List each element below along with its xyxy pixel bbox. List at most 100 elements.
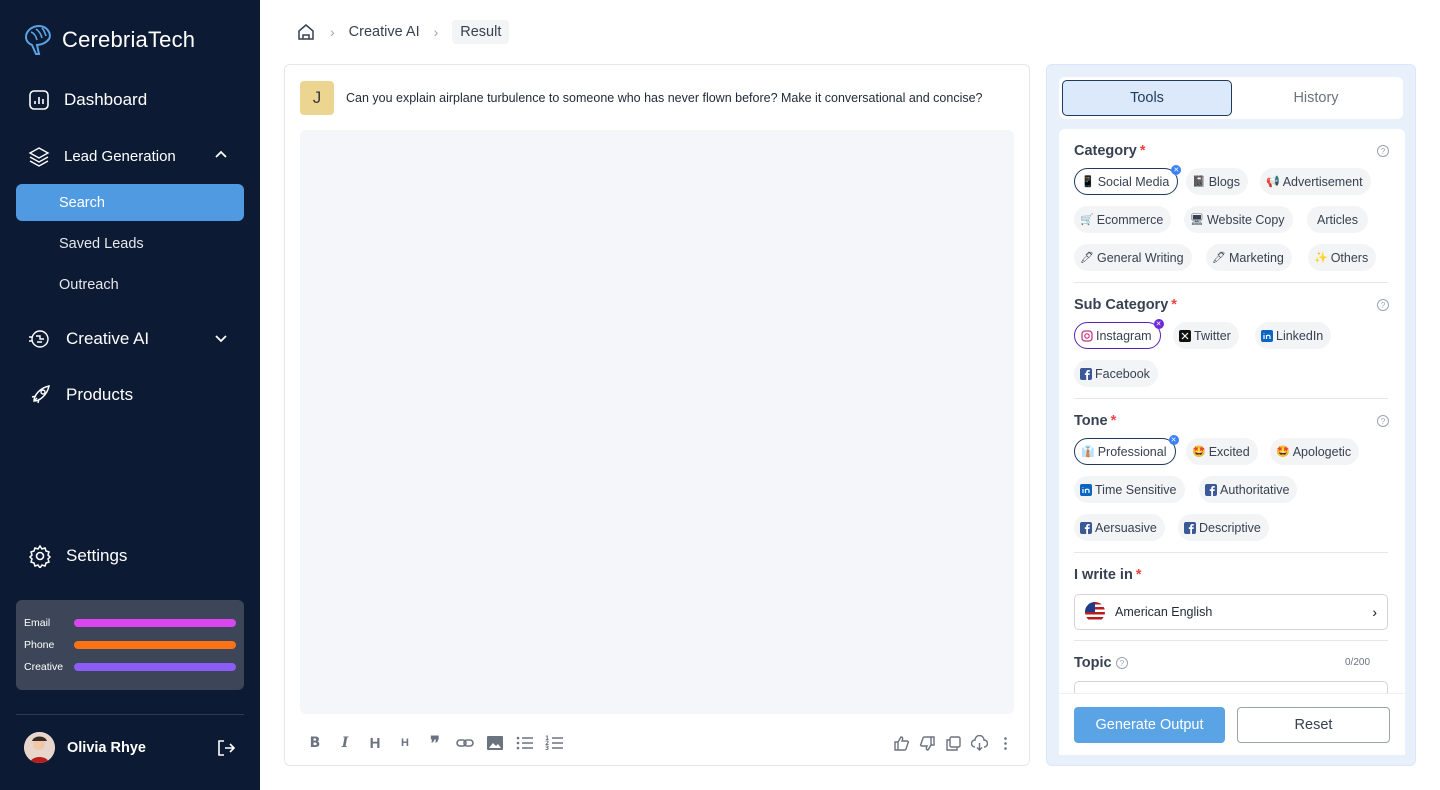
chevron-right-icon: › — [433, 24, 439, 40]
language-title: I write in * — [1074, 567, 1141, 583]
chip-icon: 🖊 — [1212, 252, 1226, 264]
nav-lead-generation[interactable]: Lead Generation — [28, 142, 238, 170]
home-icon[interactable] — [296, 22, 316, 42]
link-icon[interactable] — [455, 733, 475, 753]
nav-dashboard-label: Dashboard — [64, 90, 148, 109]
nav-dashboard[interactable]: Dashboard — [28, 86, 147, 114]
chip-icon: 🛒 — [1080, 214, 1094, 226]
heading-1-icon[interactable]: H — [365, 733, 385, 753]
heading-2-icon[interactable]: H — [395, 733, 415, 753]
chip-twitter[interactable]: Twitter — [1173, 322, 1239, 349]
italic-icon[interactable]: I — [335, 733, 355, 753]
logout-icon[interactable] — [216, 738, 236, 758]
chip-others[interactable]: ✨ Others — [1308, 244, 1377, 271]
image-icon[interactable] — [485, 733, 505, 753]
breadcrumb-creative-ai[interactable]: Creative AI — [349, 24, 420, 40]
section-divider — [1074, 398, 1388, 399]
remove-icon[interactable]: ✕ — [1168, 435, 1179, 445]
numbered-list-icon[interactable]: 123 — [545, 733, 565, 753]
reset-button[interactable]: Reset — [1237, 707, 1390, 743]
chip-website-copy[interactable]: 🖥 Website Copy — [1184, 206, 1293, 233]
chevron-right-icon: › — [1372, 604, 1377, 620]
chip-apologetic[interactable]: 🤩 Apologetic — [1270, 438, 1360, 465]
chip-aersuasive[interactable]: Aersuasive — [1074, 514, 1165, 541]
nav-creative-ai[interactable]: Creative AI — [28, 325, 238, 353]
x-icon — [1179, 329, 1191, 342]
generate-output-button[interactable]: Generate Output — [1074, 707, 1225, 743]
remove-icon[interactable]: ✕ — [1171, 165, 1182, 175]
quote-icon[interactable]: ❞ — [425, 733, 445, 753]
chip-professional[interactable]: 👔 Professional ✕ — [1074, 435, 1179, 465]
help-icon[interactable]: ? — [1377, 415, 1389, 427]
editor-toolbar: B I H H ❞ 123 — [305, 733, 565, 753]
sidebar-item-outreach[interactable]: Outreach — [16, 266, 244, 303]
response-actions — [893, 735, 1014, 752]
chat-panel: J Can you explain airplane turbulence to… — [284, 64, 1030, 766]
language-select[interactable]: American English › — [1074, 594, 1388, 630]
chip-linkedin[interactable]: LinkedIn — [1255, 322, 1332, 349]
chip-social-media[interactable]: 📱 Social Media ✕ — [1074, 165, 1182, 195]
rocket-icon — [31, 385, 50, 404]
ai-head-icon — [29, 330, 49, 348]
chip-excited[interactable]: 🤩 Excited — [1186, 438, 1258, 465]
sidebar-item-saved-leads[interactable]: Saved Leads — [16, 225, 244, 262]
chip-articles[interactable]: Articles — [1307, 206, 1368, 233]
copy-icon[interactable] — [945, 735, 962, 752]
chip-facebook[interactable]: Facebook — [1074, 360, 1158, 387]
chip-ecommerce[interactable]: 🛒 Ecommerce — [1074, 206, 1172, 233]
more-vertical-icon[interactable] — [997, 735, 1014, 752]
chip-general-writing[interactable]: 🖊 General Writing — [1074, 244, 1192, 271]
chip-label: LinkedIn — [1276, 328, 1324, 343]
chip-authoritative[interactable]: Authoritative — [1199, 476, 1298, 503]
chip-label: Descriptive — [1199, 520, 1261, 535]
breadcrumb: › Creative AI › Result — [296, 20, 510, 44]
category-title-text: Category — [1074, 143, 1137, 159]
tab-history[interactable]: History — [1232, 80, 1400, 116]
language-title-text: I write in — [1074, 567, 1133, 583]
thumbs-down-icon[interactable] — [919, 735, 936, 752]
breadcrumb-result[interactable]: Result — [452, 20, 510, 44]
tone-title: Tone * — [1074, 413, 1116, 429]
app-logo[interactable]: CerebriaTech — [24, 24, 195, 56]
bullet-list-icon[interactable] — [515, 733, 535, 753]
chart-icon — [29, 90, 49, 110]
nav-settings-label: Settings — [66, 546, 128, 565]
nav-settings[interactable]: Settings — [28, 542, 127, 570]
chip-advertisement[interactable]: 📢 Advertisement — [1260, 168, 1371, 195]
user-profile[interactable]: Olivia Rhye — [24, 732, 146, 763]
remove-icon[interactable]: ✕ — [1153, 319, 1164, 329]
facebook-icon — [1080, 521, 1092, 534]
required-marker: * — [1139, 143, 1146, 159]
chip-instagram[interactable]: Instagram ✕ — [1074, 319, 1164, 349]
required-marker: * — [1135, 567, 1142, 583]
thumbs-up-icon[interactable] — [893, 735, 910, 752]
chip-icon: 📓 — [1192, 176, 1206, 188]
language-value: American English — [1115, 605, 1213, 619]
nav-products-label: Products — [66, 385, 134, 404]
nav-products[interactable]: Products — [28, 381, 133, 409]
required-marker: * — [1110, 413, 1117, 429]
bold-icon[interactable]: B — [305, 733, 325, 753]
chip-label: Marketing — [1228, 250, 1284, 265]
chip-blogs[interactable]: 📓 Blogs — [1186, 168, 1248, 195]
tab-tools[interactable]: Tools — [1062, 80, 1232, 116]
chip-label: Social Media — [1097, 174, 1170, 189]
usage-phone-bar — [74, 641, 236, 649]
chip-icon: ✨ — [1314, 252, 1328, 264]
subcategory-title-text: Sub Category — [1074, 297, 1169, 313]
tools-panel: Tools History Category * ? 📱 Social Media ✕… — [1046, 64, 1416, 766]
help-icon[interactable]: ? — [1377, 299, 1389, 311]
chip-time-sensitive[interactable]: Time Sensitive — [1074, 476, 1185, 503]
output-editor[interactable] — [300, 130, 1014, 714]
sidebar-item-search[interactable]: Search — [16, 184, 244, 221]
download-cloud-icon[interactable] — [971, 735, 988, 752]
chevron-up-icon[interactable] — [214, 148, 228, 162]
help-icon[interactable]: ? — [1377, 145, 1389, 157]
help-icon[interactable]: ? — [1116, 657, 1128, 669]
usage-phone-label: Phone — [24, 639, 55, 651]
usage-email-bar — [74, 619, 236, 627]
chip-marketing[interactable]: 🖊 Marketing — [1206, 244, 1292, 271]
chip-descriptive[interactable]: Descriptive — [1178, 514, 1269, 541]
topic-title: Topic — [1074, 655, 1112, 671]
chevron-down-icon[interactable] — [214, 331, 228, 345]
